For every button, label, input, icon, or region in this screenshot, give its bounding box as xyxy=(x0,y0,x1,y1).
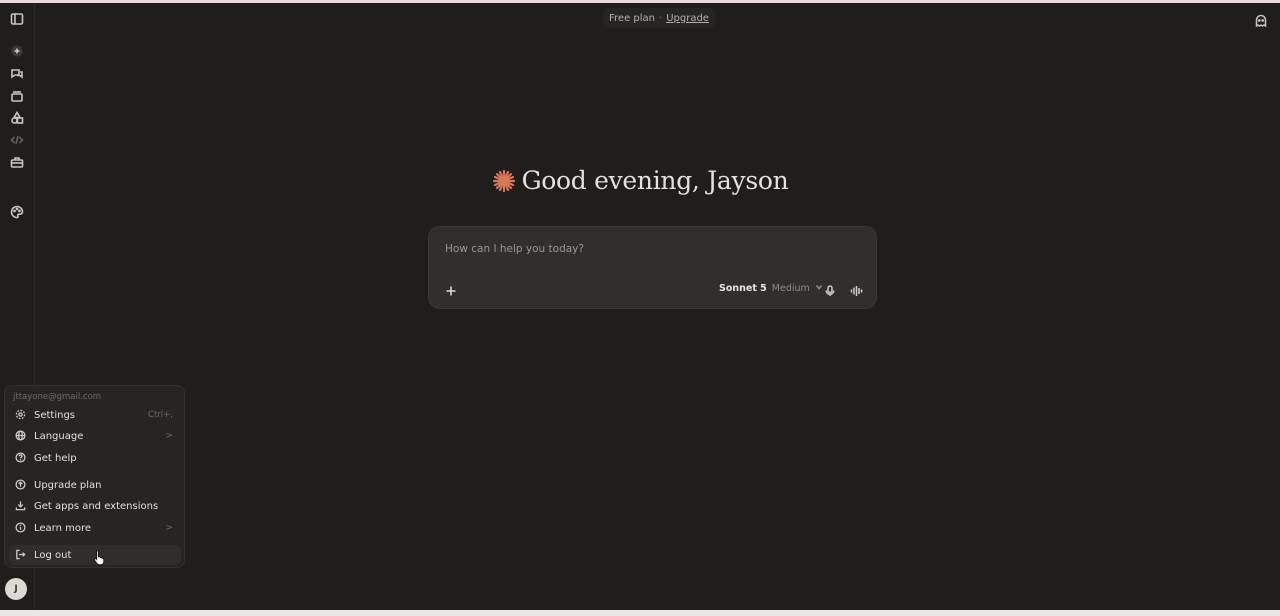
info-icon xyxy=(15,522,27,534)
model-effort: Medium xyxy=(771,283,810,294)
window-top-border xyxy=(0,0,1280,3)
menu-item-learn-more[interactable]: Learn more > xyxy=(9,518,181,538)
chats-icon[interactable] xyxy=(10,67,24,81)
new-chat-icon[interactable] xyxy=(10,44,24,58)
add-attachment-icon[interactable] xyxy=(445,282,457,296)
gear-icon xyxy=(15,409,27,421)
menu-item-label: Log out xyxy=(34,549,72,561)
menu-item-label: Language xyxy=(34,430,84,442)
claude-spark-icon xyxy=(492,169,515,193)
palette-icon[interactable] xyxy=(10,205,24,219)
arrow-up-circle-icon xyxy=(15,479,27,491)
voice-mode-icon[interactable] xyxy=(850,282,864,296)
mouse-cursor-icon xyxy=(94,550,105,565)
plan-pill: Free plan · Upgrade xyxy=(603,8,715,28)
artifacts-icon[interactable] xyxy=(10,111,24,125)
menu-item-get-apps[interactable]: Get apps and extensions xyxy=(9,496,181,516)
chevron-down-icon xyxy=(815,283,823,294)
projects-icon[interactable] xyxy=(10,89,24,103)
help-circle-icon xyxy=(15,452,27,464)
window-bottom-border xyxy=(0,610,1280,616)
menu-item-label: Settings xyxy=(34,409,76,421)
greeting-text: Good evening, Jayson xyxy=(521,166,789,195)
menu-item-label: Upgrade plan xyxy=(34,479,102,491)
menu-item-language[interactable]: Language > xyxy=(9,426,181,446)
chevron-right-icon: > xyxy=(165,431,173,441)
prompt-input[interactable] xyxy=(443,239,847,259)
logout-icon xyxy=(15,549,27,561)
chevron-right-icon: > xyxy=(165,523,173,533)
menu-item-label: Learn more xyxy=(34,522,92,534)
account-menu: jttayone@gmail.com Settings Ctrl+, Langu… xyxy=(4,385,185,568)
menu-item-label: Get apps and extensions xyxy=(34,500,159,512)
code-icon[interactable] xyxy=(10,133,24,147)
upgrade-link[interactable]: Upgrade xyxy=(666,13,709,24)
globe-icon xyxy=(15,430,27,442)
download-icon xyxy=(15,500,27,512)
account-email: jttayone@gmail.com xyxy=(13,392,102,402)
avatar[interactable]: J xyxy=(5,578,27,600)
incognito-icon[interactable] xyxy=(1254,13,1268,28)
sidebar-toggle-icon[interactable] xyxy=(10,12,24,26)
microphone-icon[interactable] xyxy=(824,282,836,296)
composer: Sonnet 5 Medium xyxy=(428,226,877,309)
model-name: Sonnet 5 xyxy=(719,283,767,294)
menu-item-get-help[interactable]: Get help xyxy=(9,448,181,468)
greeting: Good evening, Jayson xyxy=(0,166,1280,195)
menu-item-settings[interactable]: Settings Ctrl+, xyxy=(9,405,181,425)
shortcut-hint: Ctrl+, xyxy=(148,410,173,420)
menu-item-upgrade-plan[interactable]: Upgrade plan xyxy=(9,475,181,495)
model-selector[interactable]: Sonnet 5 Medium xyxy=(719,283,823,294)
menu-item-label: Get help xyxy=(34,452,77,464)
plan-label: Free plan xyxy=(609,12,655,24)
plan-separator: · xyxy=(659,12,663,24)
